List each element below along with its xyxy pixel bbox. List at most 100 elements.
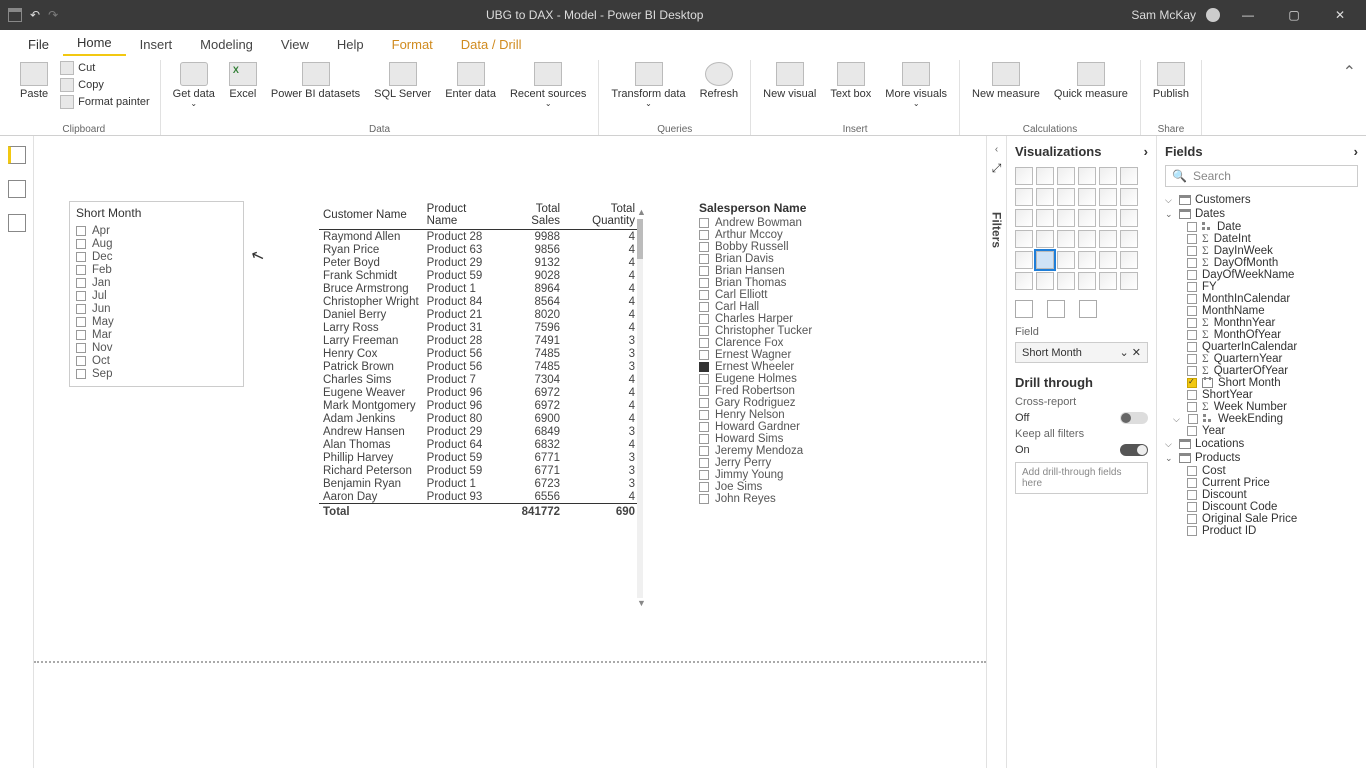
slicer-item[interactable]: Eugene Holmes [699,373,919,385]
slicer-salesperson[interactable]: Salesperson Name Andrew BowmanArthur Mcc… [699,201,919,505]
checkbox-icon[interactable] [1187,378,1197,388]
data-view-icon[interactable] [8,180,26,198]
tab-view[interactable]: View [267,33,323,56]
checkbox-icon[interactable] [699,242,709,252]
checkbox-icon[interactable] [76,239,86,249]
field-item[interactable]: Year [1165,425,1358,437]
viz-type-icon[interactable] [1120,167,1138,185]
checkbox-icon[interactable] [1187,514,1197,524]
viz-type-icon[interactable] [1078,272,1096,290]
user-name[interactable]: Sam McKay [1131,8,1196,22]
viz-type-icon[interactable] [1036,209,1054,227]
slicer-item[interactable]: Nov [76,341,237,354]
checkbox-icon[interactable] [1187,282,1197,292]
checkbox-icon[interactable] [699,290,709,300]
viz-type-icon[interactable] [1120,272,1138,290]
table-node[interactable]: ⌄Products [1165,451,1358,465]
field-item[interactable]: Discount [1165,489,1358,501]
checkbox-icon[interactable] [1188,414,1198,424]
checkbox-icon[interactable] [699,362,709,372]
slicer-item[interactable]: Oct [76,354,237,367]
slicer-item[interactable]: Brian Hansen [699,265,919,277]
table-row[interactable]: Christopher WrightProduct 8485644 [319,295,639,308]
slicer-item[interactable]: Apr [76,224,237,237]
checkbox-icon[interactable] [76,278,86,288]
table-row[interactable]: Daniel BerryProduct 2180204 [319,308,639,321]
viz-type-icon[interactable] [1099,272,1117,290]
table-scrollbar[interactable]: ▲ ▼ [637,219,643,598]
checkbox-icon[interactable] [1187,318,1197,328]
table-row[interactable]: Larry FreemanProduct 2874913 [319,334,639,347]
table-row[interactable]: Charles SimsProduct 773044 [319,373,639,386]
field-item[interactable]: ΣDateInt [1165,233,1358,245]
checkbox-icon[interactable] [1187,402,1197,412]
slicer-item[interactable]: Clarence Fox [699,337,919,349]
slicer-item[interactable]: Jun [76,302,237,315]
quick-measure-button[interactable]: Quick measure [1048,60,1134,102]
checkbox-icon[interactable] [699,482,709,492]
viz-type-icon[interactable] [1078,209,1096,227]
table-node[interactable]: ⌵Customers [1165,193,1358,207]
more-visuals-button[interactable]: More visuals⌄ [879,60,953,111]
undo-icon[interactable]: ↶ [30,8,40,22]
viz-type-icon[interactable] [1099,230,1117,248]
table-row[interactable]: Ryan PriceProduct 6398564 [319,243,639,256]
checkbox-icon[interactable] [1187,246,1197,256]
slicer-item[interactable]: Jul [76,289,237,302]
table-row[interactable]: Frank SchmidtProduct 5990284 [319,269,639,282]
slicer-item[interactable]: Carl Hall [699,301,919,313]
checkbox-icon[interactable] [1187,478,1197,488]
viz-type-icon[interactable] [1036,188,1054,206]
model-view-icon[interactable] [8,214,26,232]
field-item[interactable]: QuarterInCalendar [1165,341,1358,353]
checkbox-icon[interactable] [76,343,86,353]
report-view-icon[interactable] [8,146,26,164]
slicer-item[interactable]: Carl Elliott [699,289,919,301]
viz-type-icon[interactable] [1057,272,1075,290]
field-item[interactable]: DayOfWeekName [1165,269,1358,281]
tab-file[interactable]: File [14,33,63,56]
cut-button[interactable]: Cut [56,60,154,76]
field-item[interactable]: ΣMonthnYear [1165,317,1358,329]
checkbox-icon[interactable] [1187,354,1197,364]
viz-type-icon[interactable] [1015,251,1033,269]
table-row[interactable]: Richard PetersonProduct 5967713 [319,464,639,477]
slicer-item[interactable]: Henry Nelson [699,409,919,421]
field-item[interactable]: FY [1165,281,1358,293]
checkbox-icon[interactable] [76,291,86,301]
viz-type-icon[interactable] [1057,167,1075,185]
table-row[interactable]: Aaron DayProduct 9365564 [319,490,639,504]
slicer-item[interactable]: Howard Gardner [699,421,919,433]
checkbox-icon[interactable] [699,278,709,288]
maximize-button[interactable]: ▢ [1276,8,1312,22]
table-node[interactable]: ⌄Dates [1165,207,1358,221]
slicer-item[interactable]: Jan [76,276,237,289]
checkbox-icon[interactable] [1187,234,1197,244]
checkbox-icon[interactable] [699,326,709,336]
checkbox-icon[interactable] [699,398,709,408]
tab-modeling[interactable]: Modeling [186,33,267,56]
viz-type-icon[interactable] [1057,251,1075,269]
slicer-item[interactable]: John Reyes [699,493,919,505]
get-data-button[interactable]: Get data⌄ [167,60,221,111]
field-item[interactable]: Short Month [1165,377,1358,389]
checkbox-icon[interactable] [76,252,86,262]
table-row[interactable]: Patrick BrownProduct 5674853 [319,360,639,373]
table-row[interactable]: Alan ThomasProduct 6468324 [319,438,639,451]
enter-data-button[interactable]: Enter data [439,60,502,102]
viz-type-icon[interactable] [1036,272,1054,290]
table-row[interactable]: Larry RossProduct 3175964 [319,321,639,334]
checkbox-icon[interactable] [76,265,86,275]
tab-help[interactable]: Help [323,33,378,56]
checkbox-icon[interactable] [699,302,709,312]
slicer-item[interactable]: Feb [76,263,237,276]
field-item[interactable]: MonthInCalendar [1165,293,1358,305]
table-visual[interactable]: Customer Name Product Name Total Sales T… [319,201,639,616]
slicer-item[interactable]: Aug [76,237,237,250]
slicer-item[interactable]: Dec [76,250,237,263]
field-item[interactable]: Discount Code [1165,501,1358,513]
checkbox-icon[interactable] [1187,342,1197,352]
tab-home[interactable]: Home [63,31,126,56]
field-item[interactable]: ΣDayInWeek [1165,245,1358,257]
field-item[interactable]: Date [1165,221,1358,233]
